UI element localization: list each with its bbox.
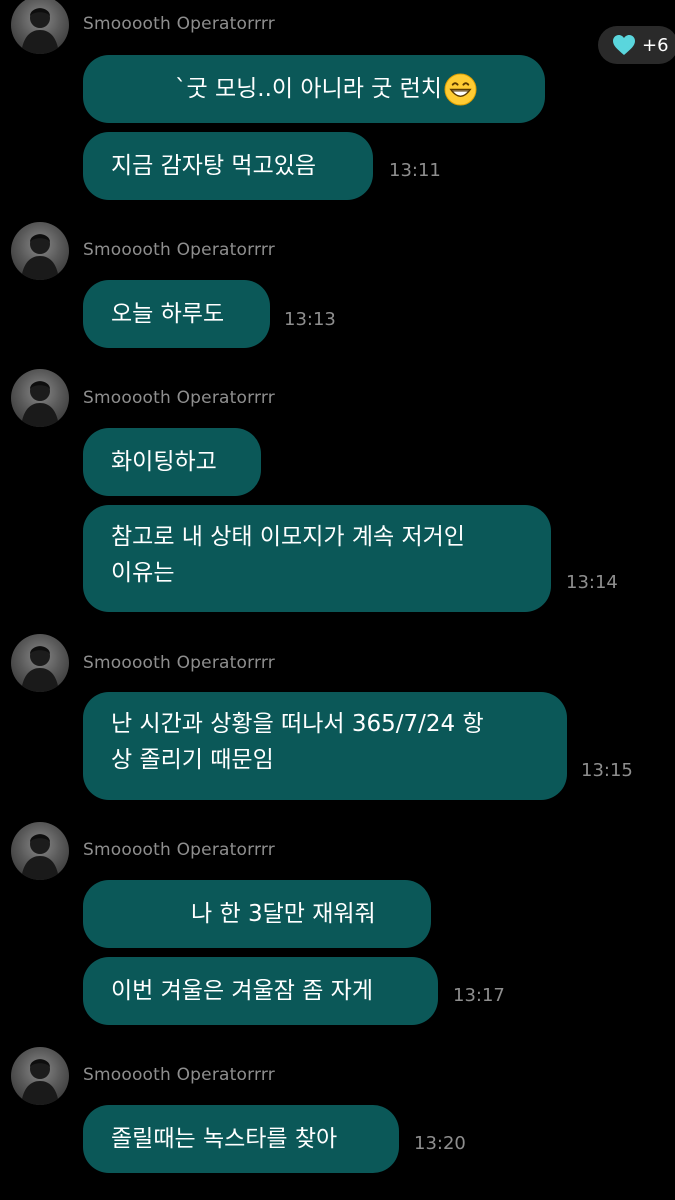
heart-icon [612, 34, 636, 56]
avatar[interactable] [11, 369, 69, 427]
message-text: `굿 모닝..이 아니라 굿 런치 [175, 76, 442, 102]
message-timestamp: 13:17 [453, 985, 505, 1006]
grinning-face-icon [444, 72, 477, 106]
message-bubble[interactable]: 지금 감자탕 먹고있음 [83, 132, 373, 200]
message-bubble[interactable]: 졸릴때는 녹스타를 찾아 [83, 1105, 399, 1173]
message-text: 나 한 3달만 재워줘 [191, 901, 376, 927]
reaction-badge[interactable]: +6 [598, 26, 675, 64]
message-text: 화이팅하고 [111, 449, 217, 475]
message-bubble[interactable]: 나 한 3달만 재워줘 [83, 880, 431, 948]
message-text: 졸릴때는 녹스타를 찾아 [111, 1126, 338, 1152]
message-timestamp: 13:14 [566, 572, 618, 593]
sender-name: Smooooth Operatorrrr [83, 653, 275, 673]
sender-name: Smooooth Operatorrrr [83, 240, 275, 260]
avatar[interactable] [11, 634, 69, 692]
message-bubble[interactable]: 참고로 내 상태 이모지가 계속 저거인 이유는 [83, 505, 551, 612]
message-timestamp: 13:20 [414, 1133, 466, 1154]
reaction-count: +6 [642, 34, 669, 56]
message-bubble[interactable]: 난 시간과 상황을 떠나서 365/7/24 항 상 졸리기 때문임 [83, 692, 567, 800]
avatar[interactable] [11, 1047, 69, 1105]
avatar[interactable] [11, 822, 69, 880]
message-bubble[interactable]: 오늘 하루도 [83, 280, 270, 348]
message-bubble[interactable]: 화이팅하고 [83, 428, 261, 496]
message-timestamp: 13:15 [581, 760, 633, 781]
sender-name: Smooooth Operatorrrr [83, 840, 275, 860]
message-bubble[interactable]: `굿 모닝..이 아니라 굿 런치 [83, 55, 545, 123]
message-text: 지금 감자탕 먹고있음 [111, 153, 317, 179]
message-timestamp: 13:13 [284, 309, 336, 330]
message-text-line: 상 졸리기 때문임 [111, 747, 274, 773]
avatar[interactable] [11, 0, 69, 54]
avatar[interactable] [11, 222, 69, 280]
message-text: 이번 겨울은 겨울잠 좀 자게 [111, 978, 374, 1004]
message-timestamp: 13:11 [389, 160, 441, 181]
message-text: 오늘 하루도 [111, 301, 225, 327]
message-text-line: 이유는 [111, 560, 175, 586]
message-text-line: 난 시간과 상황을 떠나서 365/7/24 항 [111, 711, 484, 737]
sender-name: Smooooth Operatorrrr [83, 1065, 275, 1085]
sender-name: Smooooth Operatorrrr [83, 388, 275, 408]
sender-name: Smooooth Operatorrrr [83, 14, 275, 34]
message-bubble[interactable]: 이번 겨울은 겨울잠 좀 자게 [83, 957, 438, 1025]
message-text-line: 참고로 내 상태 이모지가 계속 저거인 [111, 524, 465, 550]
